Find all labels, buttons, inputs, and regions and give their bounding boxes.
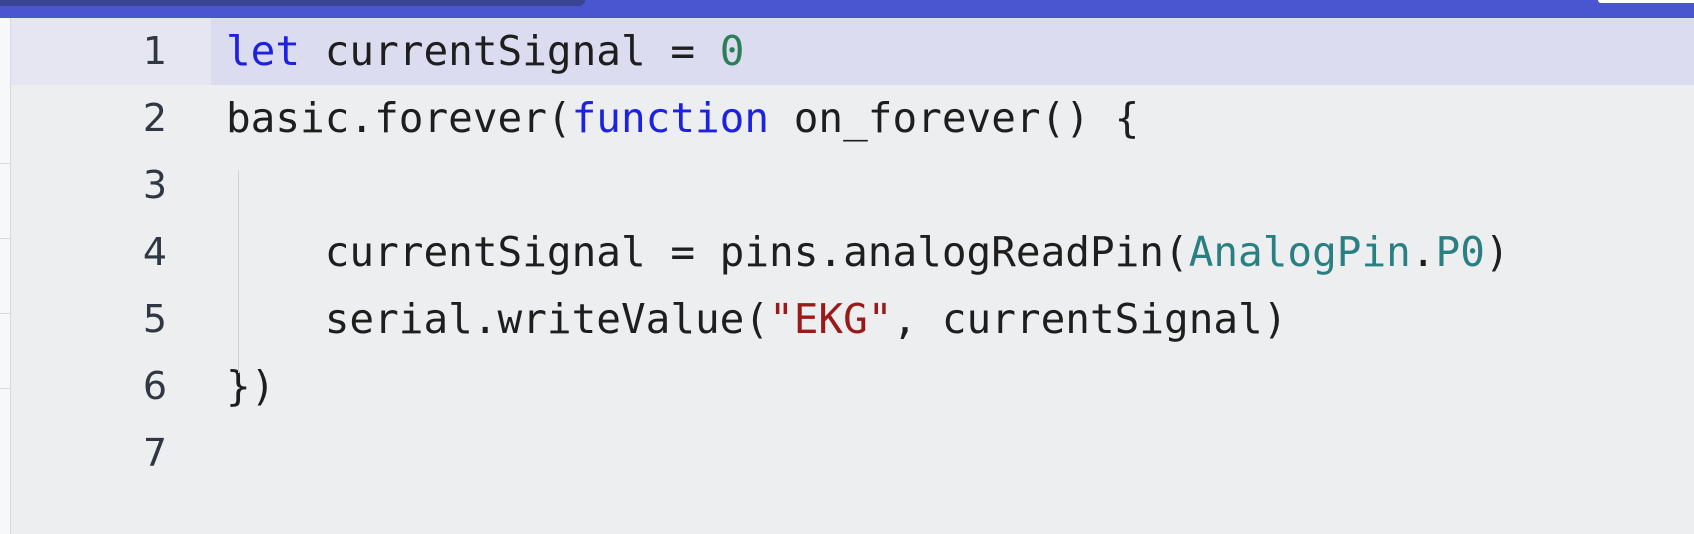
- header-notch: [1598, 0, 1694, 3]
- number-token: 0: [719, 27, 745, 75]
- code-token: ): [1484, 228, 1510, 276]
- line-number: 7: [142, 431, 167, 475]
- code-token: , currentSignal): [892, 295, 1288, 343]
- line-number: 4: [142, 230, 167, 274]
- code-token: serial.writeValue(: [226, 295, 770, 343]
- code-token: on_forever() {: [769, 94, 1140, 142]
- keyword-token: function: [571, 94, 770, 142]
- type-token: AnalogPin: [1188, 228, 1411, 276]
- keyword-token: let: [226, 27, 301, 75]
- line-code[interactable]: basic.forever(function on_forever() {: [226, 85, 1139, 152]
- code-token: basic.forever(: [226, 94, 572, 142]
- line-code[interactable]: serial.writeValue("EKG", currentSignal): [226, 286, 1288, 353]
- code-token: .: [1410, 228, 1436, 276]
- code-line[interactable]: 1 let currentSignal = 0: [11, 18, 1694, 85]
- indent-guide: [238, 170, 239, 373]
- line-number: 2: [142, 96, 167, 140]
- code-line[interactable]: 6 }): [11, 353, 1694, 420]
- left-panel-edge: [0, 18, 11, 534]
- active-tab-indicator: [0, 0, 585, 6]
- string-token: "EKG": [769, 295, 893, 343]
- code-line[interactable]: 3: [11, 152, 1694, 219]
- panel-divider: [0, 163, 10, 164]
- line-number: 6: [142, 364, 167, 408]
- code-token: currentSignal = pins.analogReadPin(: [226, 228, 1189, 276]
- code-token: }): [226, 362, 276, 410]
- line-number: 5: [142, 297, 167, 341]
- code-line[interactable]: 2 basic.forever(function on_forever() {: [11, 85, 1694, 152]
- code-line[interactable]: 7: [11, 420, 1694, 487]
- type-token: P0: [1435, 228, 1485, 276]
- code-editor[interactable]: 1 let currentSignal = 0 2 basic.forever(…: [11, 18, 1694, 534]
- line-number: 1: [11, 18, 211, 85]
- line-number: 3: [142, 163, 167, 207]
- line-code[interactable]: }): [226, 353, 275, 420]
- panel-divider: [0, 238, 10, 239]
- panel-divider: [0, 313, 10, 314]
- code-line[interactable]: 4 currentSignal = pins.analogReadPin(Ana…: [11, 219, 1694, 286]
- line-code[interactable]: let currentSignal = 0: [226, 18, 744, 85]
- line-code[interactable]: currentSignal = pins.analogReadPin(Analo…: [226, 219, 1510, 286]
- panel-divider: [0, 388, 10, 389]
- code-line[interactable]: 5 serial.writeValue("EKG", currentSignal…: [11, 286, 1694, 353]
- code-token: currentSignal =: [300, 27, 720, 75]
- editor-header-bar: [0, 0, 1694, 18]
